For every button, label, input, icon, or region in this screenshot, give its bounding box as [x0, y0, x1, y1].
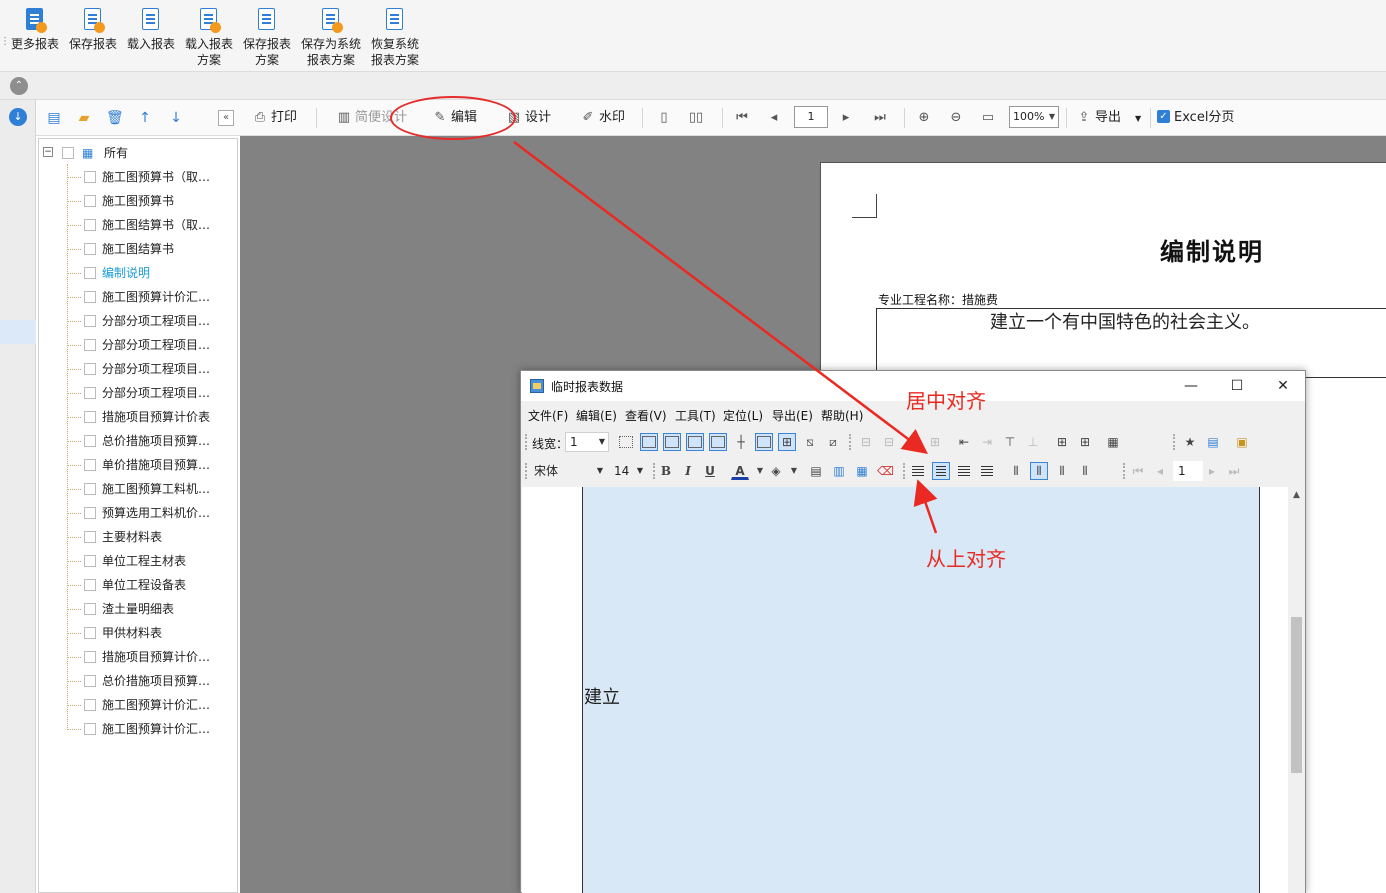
annotation-arrows [513, 141, 938, 534]
arrow-to-center-align [513, 141, 928, 455]
top-align-annotation: 从上对齐 [926, 547, 1006, 571]
center-align-annotation: 居中对齐 [906, 389, 986, 413]
arrow-to-top-align [913, 479, 938, 534]
